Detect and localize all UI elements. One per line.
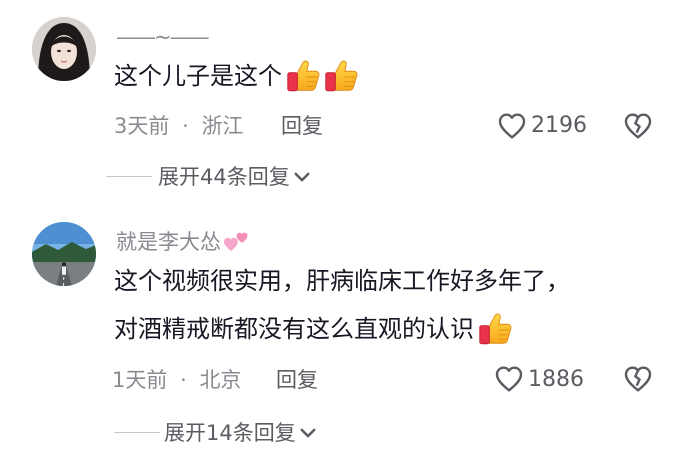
username[interactable]: ——~——: [116, 25, 210, 49]
like-heart-icon[interactable]: [493, 363, 525, 395]
expand-replies-button[interactable]: 展开14条回复: [164, 420, 318, 446]
like-count: 2196: [531, 113, 587, 138]
avatar[interactable]: [32, 17, 96, 81]
two-hearts-emoji-icon: [224, 232, 248, 251]
chevron-down-icon: [292, 167, 312, 187]
comment-meta: 1天前 · 北京: [112, 367, 241, 393]
thread-divider-line: [106, 176, 152, 177]
thumbs-up-emoji-icon: [476, 310, 514, 348]
expand-replies-button[interactable]: 展开44条回复: [158, 164, 312, 190]
username-text: 就是李大怂: [116, 230, 221, 254]
avatar[interactable]: [32, 222, 96, 286]
comment-line: 这个儿子是这个: [114, 62, 282, 90]
comment-location: 北京: [199, 368, 242, 392]
comment-location: 浙江: [201, 114, 244, 138]
dislike-broken-heart-icon[interactable]: [622, 363, 654, 395]
meta-separator: ·: [180, 368, 187, 392]
dislike-broken-heart-icon[interactable]: [622, 110, 654, 142]
meta-separator: ·: [182, 114, 189, 138]
comment-text: 这个视频很实用，肝病临床工作好多年了，: [114, 264, 570, 298]
thread-divider-line: [114, 432, 160, 433]
comment-item: ——~—— 这个儿子是这个 3天前 · 浙江 回复 2196 展开44条回复: [0, 0, 690, 200]
thumbs-up-emoji-icon: [284, 57, 322, 95]
comment-item: 就是李大怂 这个视频很实用，肝病临床工作好多年了， 对酒精戒断都没有这么直观的认…: [0, 200, 690, 470]
comment-time: 1天前: [112, 368, 168, 392]
comment-text: 对酒精戒断都没有这么直观的认识: [114, 310, 514, 348]
reply-button[interactable]: 回复: [281, 113, 323, 139]
username[interactable]: 就是李大怂: [116, 229, 252, 255]
comment-meta: 3天前 · 浙江: [114, 113, 243, 139]
expand-replies-label: 展开14条回复: [164, 421, 296, 445]
comment-time: 3天前: [114, 114, 170, 138]
comment-text: 这个儿子是这个: [114, 57, 360, 95]
reply-button[interactable]: 回复: [276, 367, 318, 393]
comment-line: 这个视频很实用，肝病临床工作好多年了，: [114, 267, 570, 295]
thumbs-up-emoji-icon: [322, 57, 360, 95]
expand-replies-label: 展开44条回复: [158, 165, 290, 189]
like-count: 1886: [528, 367, 584, 392]
like-heart-icon[interactable]: [496, 110, 528, 142]
comment-line: 对酒精戒断都没有这么直观的认识: [114, 315, 474, 343]
chevron-down-icon: [298, 423, 318, 443]
